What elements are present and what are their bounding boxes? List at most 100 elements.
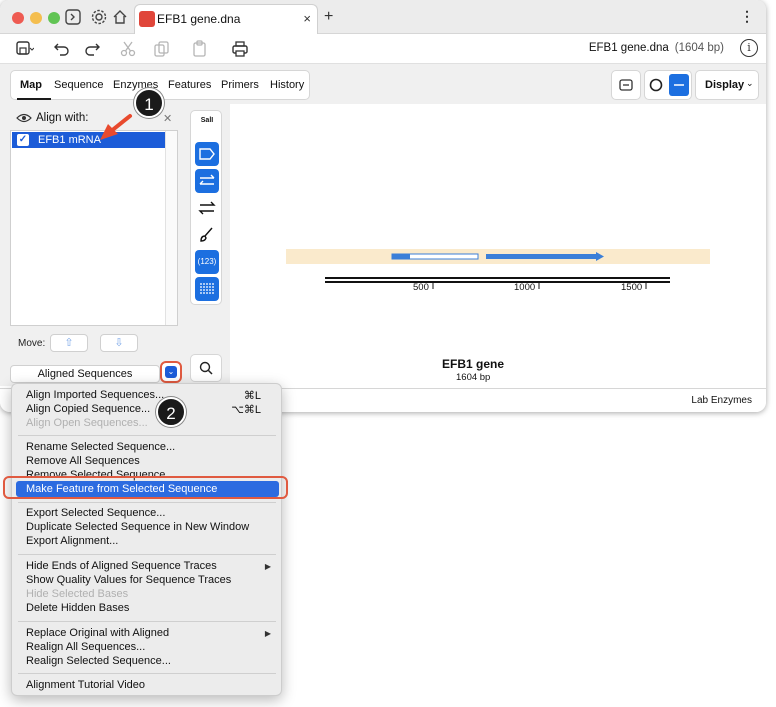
color-tool[interactable] (195, 223, 219, 247)
submenu-arrow-icon: ▶ (264, 629, 271, 638)
tick-label: 1500 (621, 282, 643, 293)
primers-icon (199, 174, 215, 185)
menu-item-export-selected[interactable]: Export Selected Sequence... (26, 507, 165, 519)
aligned-sequences-dropdown-button[interactable]: ⌄ (160, 361, 182, 383)
tick-label: 500 (413, 282, 429, 293)
tab-sequence[interactable]: Sequence (54, 79, 104, 91)
app-window: EFB1 gene.dna × + ⋮ EFB1 gene.dna (1604 b… (0, 0, 766, 412)
active-tab-indicator (17, 98, 51, 100)
minimize-window-button[interactable] (30, 12, 42, 24)
tab-primers[interactable]: Primers (221, 79, 259, 91)
file-info: EFB1 gene.dna (1604 bp) (589, 42, 724, 54)
orientation-tool[interactable] (195, 196, 219, 220)
move-up-button[interactable]: ⇧ (50, 334, 88, 352)
sequence-map-canvas[interactable]: 500 1000 1500 EFB1 gene 1604 bp (230, 104, 766, 386)
feature-tool[interactable] (195, 142, 219, 166)
tab-history[interactable]: History (270, 79, 304, 91)
submenu-arrow-icon: ▶ (264, 562, 271, 571)
tab-close-button[interactable]: × (303, 11, 311, 26)
menu-item-delete-hidden-bases[interactable]: Delete Hidden Bases (26, 602, 129, 614)
arrow-up-icon: ⇧ (64, 337, 74, 349)
map-title: EFB1 gene (442, 357, 505, 371)
exon-1 (392, 254, 410, 259)
more-options-icon[interactable]: ⋮ (740, 8, 754, 25)
chevron-down-icon: ⌄ (165, 366, 177, 378)
move-down-button[interactable]: ⇩ (100, 334, 138, 352)
save-icon[interactable] (14, 39, 34, 59)
menu-item-rename-selected[interactable]: Rename Selected Sequence... (26, 441, 175, 453)
home-icon[interactable] (111, 8, 129, 26)
menu-item-show-quality[interactable]: Show Quality Values for Sequence Traces (26, 574, 231, 586)
exon-2 (486, 254, 596, 259)
panel-close-icon[interactable]: ✕ (163, 112, 172, 125)
enzyme-label: SalI (200, 117, 214, 124)
menu-separator (18, 435, 276, 436)
list-scrollbar[interactable] (165, 131, 177, 325)
zoom-window-button[interactable] (48, 12, 60, 24)
search-icon (199, 361, 213, 375)
sidebar-toggle-icon[interactable] (64, 8, 82, 26)
title-bar: EFB1 gene.dna × + ⋮ (0, 0, 766, 34)
linear-map-graphic (286, 249, 710, 289)
orf-label: (123) (197, 257, 217, 266)
menu-item-duplicate-selected[interactable]: Duplicate Selected Sequence in New Windo… (26, 521, 249, 533)
menu-item-export-alignment[interactable]: Export Alignment... (26, 535, 118, 547)
redo-icon[interactable] (82, 39, 102, 59)
menu-item-replace-original[interactable]: Replace Original with Aligned (26, 627, 169, 639)
new-tab-button[interactable]: + (324, 8, 333, 26)
shortcut-label: ⌥⌘L (231, 404, 261, 416)
gear-icon[interactable] (90, 8, 108, 26)
chevron-down-icon: ⌄ (746, 78, 754, 88)
print-icon[interactable] (230, 39, 250, 59)
display-menu-button[interactable]: Display ⌄ (695, 70, 759, 100)
linear-view-button[interactable] (611, 70, 641, 100)
menu-item-hide-selected-bases: Hide Selected Bases (26, 588, 129, 600)
map-tools-strip: SalI (123) (190, 110, 222, 305)
menu-item-align-imported[interactable]: Align Imported Sequences... (26, 389, 164, 401)
callout-2: 2 (156, 397, 186, 427)
paste-icon[interactable] (190, 39, 210, 59)
eye-icon[interactable] (16, 112, 32, 124)
menu-item-remove-all[interactable]: Remove All Sequences (26, 455, 140, 467)
close-window-button[interactable] (12, 12, 24, 24)
map-shape-toggle[interactable] (644, 70, 692, 100)
enzyme-set-selector[interactable]: Lab Enzymes (691, 395, 752, 406)
translation-tool[interactable] (195, 277, 219, 301)
map-length: 1604 bp (456, 372, 491, 383)
highlight-annotation-ring (3, 476, 288, 499)
primer-tool[interactable] (195, 169, 219, 193)
circular-linear-toggle-icon (649, 74, 689, 96)
cut-icon[interactable] (118, 39, 138, 59)
aligned-sequences-context-menu: Align Imported Sequences... ⌘L Align Cop… (11, 383, 282, 696)
search-button[interactable] (190, 354, 222, 382)
tab-title: EFB1 gene.dna (157, 12, 241, 26)
document-tab[interactable]: EFB1 gene.dna × (134, 4, 318, 34)
menu-item-hide-ends[interactable]: Hide Ends of Aligned Sequence Traces (26, 560, 217, 572)
tab-features[interactable]: Features (168, 79, 211, 91)
aligned-sequence-list[interactable]: ✓ EFB1 mRNA (10, 130, 178, 326)
linear-map-icon (619, 79, 633, 91)
copy-icon[interactable] (152, 39, 172, 59)
list-item[interactable]: ✓ EFB1 mRNA (12, 132, 166, 148)
menu-item-realign-all[interactable]: Realign All Sequences... (26, 641, 145, 653)
arrow-down-icon: ⇩ (114, 337, 124, 349)
aligned-sequences-button[interactable]: Aligned Sequences (10, 365, 160, 383)
file-length: (1604 bp) (674, 42, 724, 54)
align-with-label: Align with: (36, 112, 89, 124)
menu-item-realign-selected[interactable]: Realign Selected Sequence... (26, 655, 171, 667)
info-button[interactable]: i (740, 39, 758, 57)
orf-tool[interactable]: (123) (195, 250, 219, 274)
paintbrush-icon (200, 227, 213, 242)
display-label: Display (705, 79, 745, 91)
feature-arrow-icon (199, 148, 215, 160)
tab-map[interactable]: Map (20, 79, 42, 91)
sequence-checkbox[interactable]: ✓ (17, 134, 29, 146)
menu-item-tutorial-video[interactable]: Alignment Tutorial Video (26, 679, 145, 691)
main-toolbar: EFB1 gene.dna (1604 bp) i (0, 34, 766, 64)
enzyme-site-tool[interactable]: SalI (195, 115, 219, 139)
file-name: EFB1 gene.dna (588, 42, 669, 54)
undo-icon[interactable] (52, 39, 72, 59)
dna-file-icon (139, 11, 155, 27)
menu-item-align-copied[interactable]: Align Copied Sequence... (26, 403, 150, 415)
sequence-name: EFB1 mRNA (38, 134, 101, 146)
